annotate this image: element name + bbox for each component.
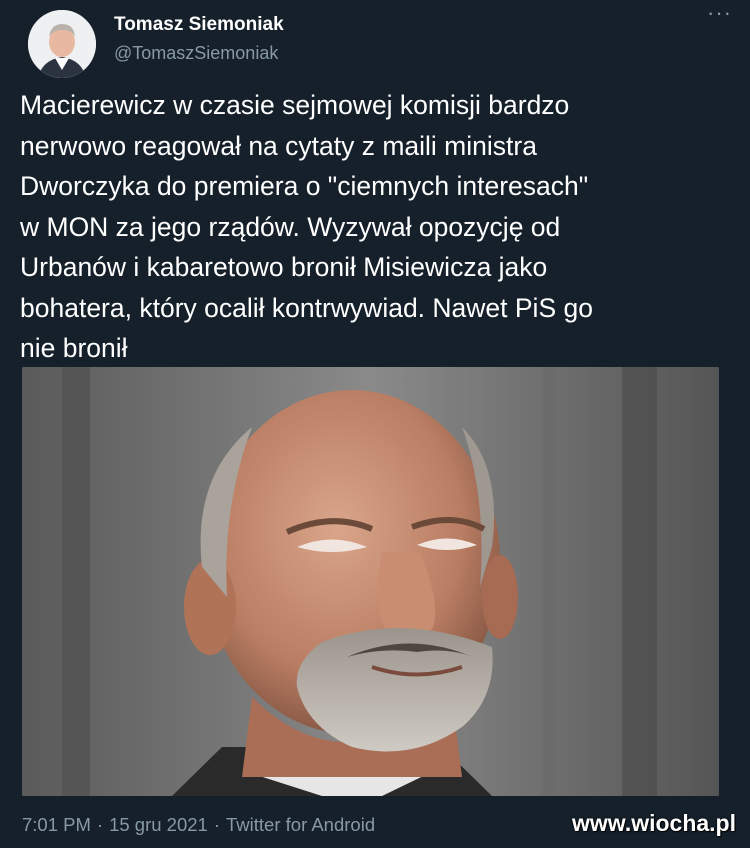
portrait-photo — [22, 367, 719, 796]
avatar[interactable] — [28, 10, 96, 78]
tweet-time[interactable]: 7:01 PM — [22, 814, 91, 835]
author-handle[interactable]: @TomaszSiemoniak — [114, 43, 278, 64]
tweet-source[interactable]: Twitter for Android — [226, 814, 375, 835]
meta-separator: · — [213, 814, 221, 835]
tweet-photo[interactable] — [22, 367, 719, 796]
more-horizontal-icon[interactable]: ··· — [707, 2, 732, 24]
tweet-text: Macierewicz w czasie sejmowej komisji ba… — [20, 90, 593, 363]
tweet-meta: 7:01 PM · 15 gru 2021 · Twitter for Android — [22, 814, 375, 836]
meta-separator: · — [96, 814, 104, 835]
watermark: www.wiocha.pl — [572, 810, 736, 836]
tweet-date[interactable]: 15 gru 2021 — [109, 814, 208, 835]
tweet: Tomasz Siemoniak @TomaszSiemoniak ··· Ma… — [0, 0, 750, 848]
author-display-name[interactable]: Tomasz Siemoniak — [114, 14, 284, 36]
avatar-image — [28, 10, 96, 78]
